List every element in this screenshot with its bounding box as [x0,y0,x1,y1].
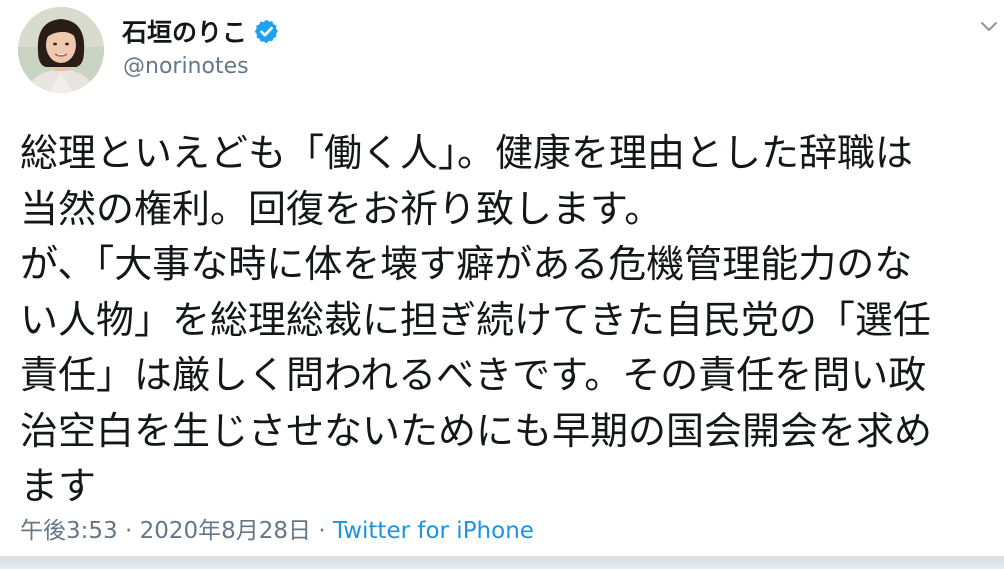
chevron-down-icon[interactable] [978,15,1000,37]
avatar[interactable] [18,7,104,93]
meta-separator: · [318,518,333,544]
tweet-text-line: ます [20,464,97,508]
tweet-text-line: 総理といえども「働く人」。健康を理由とした辞職は [20,131,914,175]
tweet-text-line: 治空白を生じさせないためにも早期の国会開会を求め [20,408,933,453]
verified-badge-icon [254,19,278,43]
tweet-card: 石垣のりこ @norinotes 総理といえども「働く人」。健康を理由とした辞職… [0,0,1004,569]
tweet-text-line: が、「大事な時に体を壊す癖がある危機管理能力のな [20,242,913,286]
display-name[interactable]: 石垣のりこ [122,13,247,49]
tweet-time[interactable]: 午後3:53 [20,518,118,544]
profile-photo-icon [18,7,104,93]
meta-separator: · [124,518,140,544]
tweet-text-line: い人物」を総理総裁に担ぎ続けてきた自民党の「選任 [20,297,931,342]
author-name-row[interactable]: 石垣のりこ [122,14,280,48]
divider [0,556,1004,569]
tweet-text: 総理といえども「働く人」。健康を理由とした辞職は 当然の権利。回復をお祈り致しま… [20,126,995,515]
tweet-text-line: 責任」は厳しく問われるべきです。その責任を問い政 [20,353,927,397]
tweet-source-link[interactable]: Twitter for iPhone [333,518,534,544]
tweet-meta: 午後3:53 · 2020年8月28日 · Twitter for iPhone [20,511,534,545]
tweet-date[interactable]: 2020年8月28日 [140,518,311,544]
tweet-text-line: 当然の権利。回復をお祈り致します。 [20,186,663,231]
user-handle[interactable]: @norinotes [123,54,249,79]
